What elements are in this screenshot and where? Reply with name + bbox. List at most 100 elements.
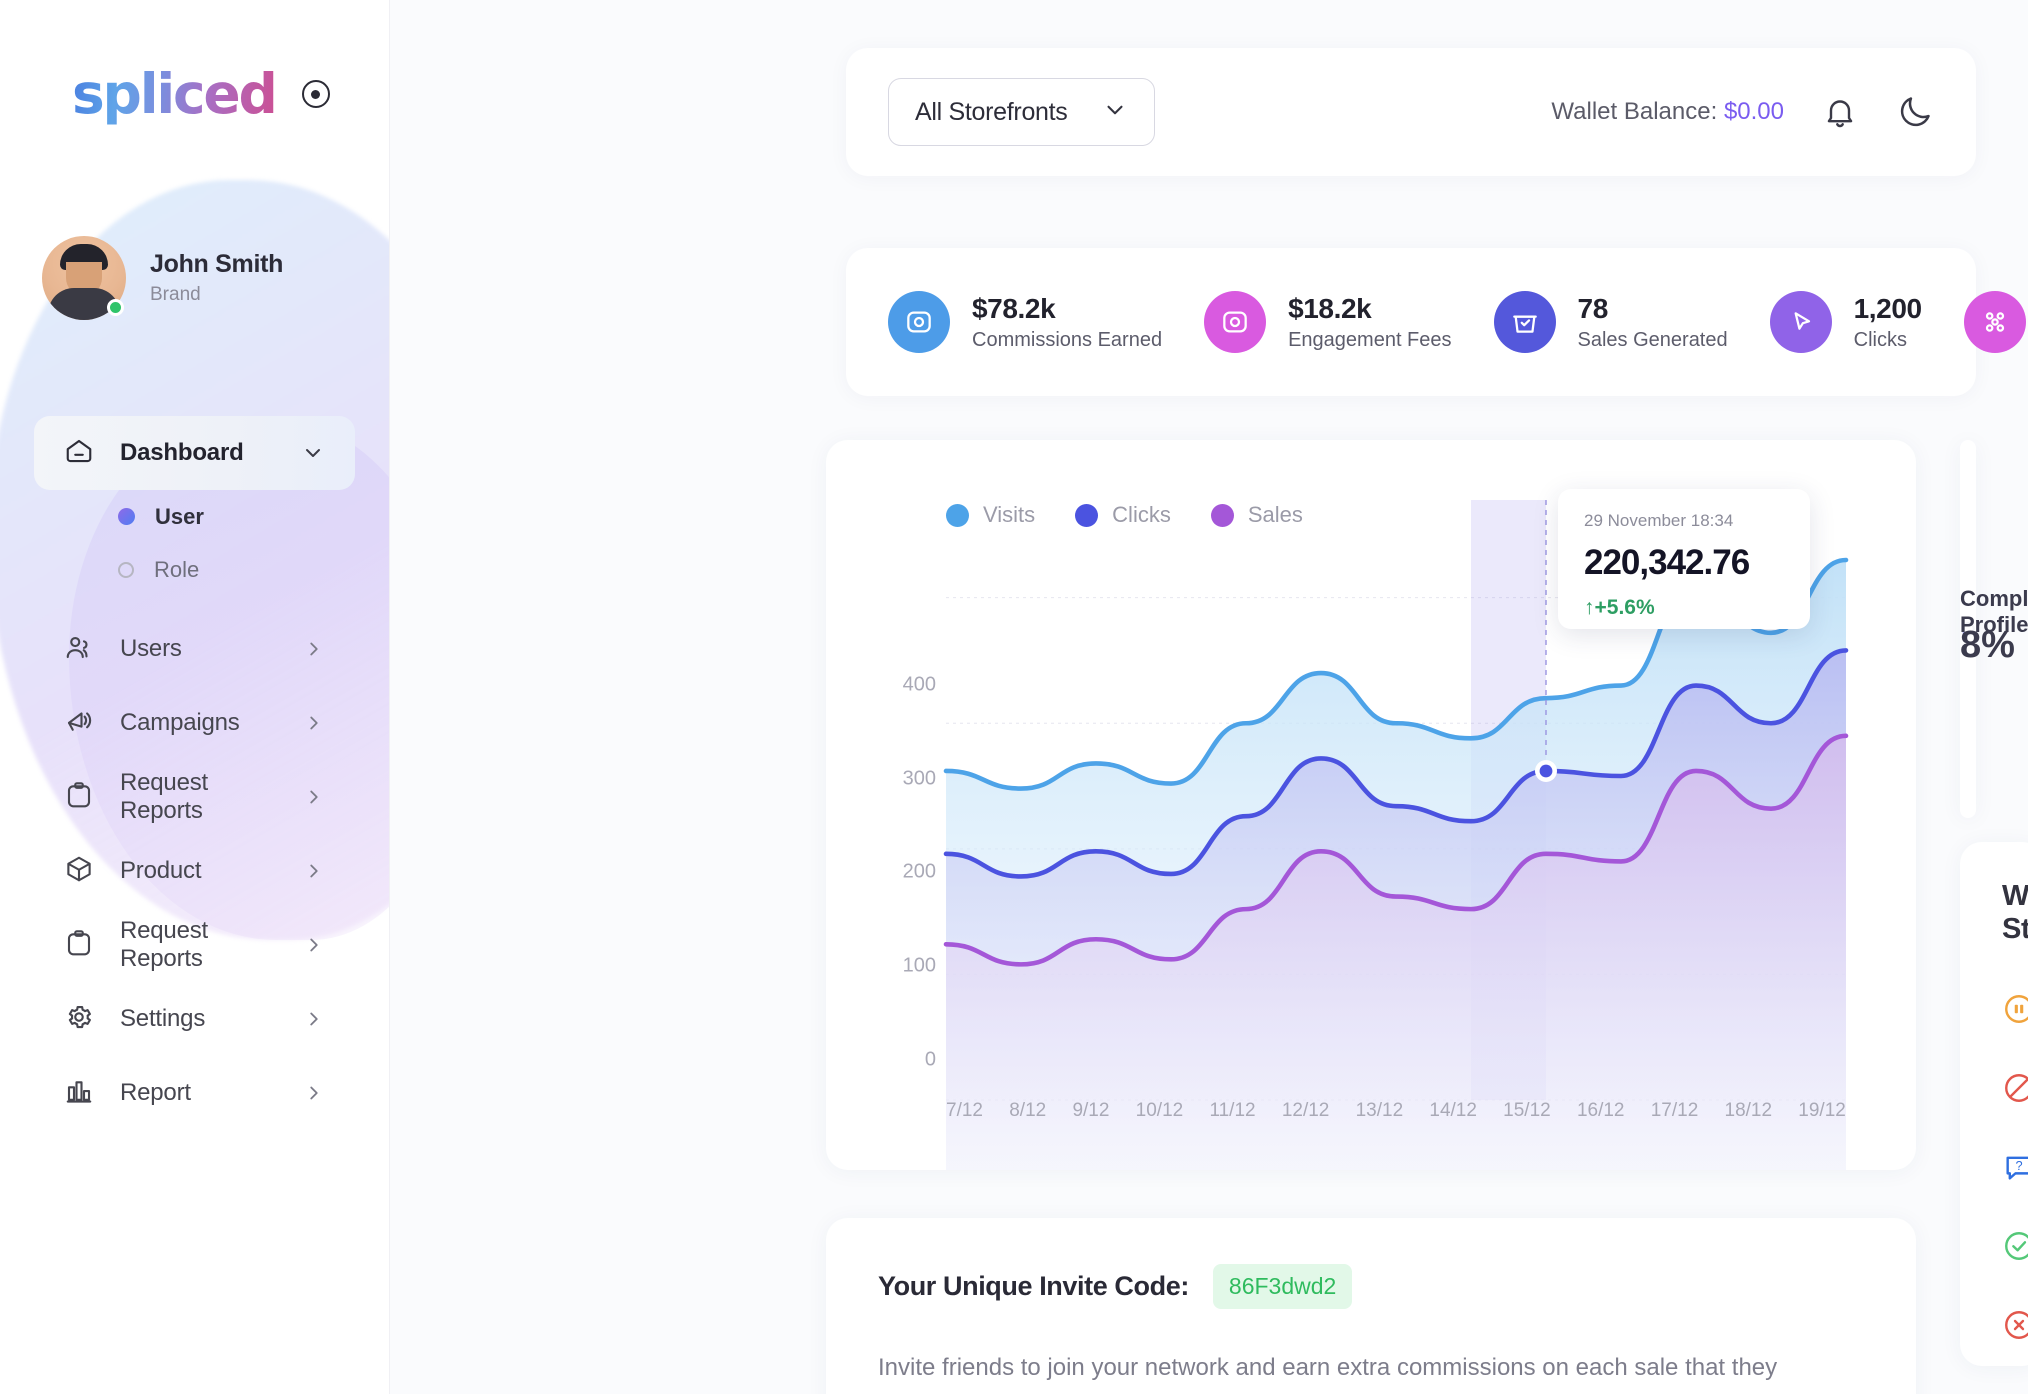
clipboard-icon xyxy=(64,928,94,963)
megaphone-icon xyxy=(64,706,94,741)
sidebar-item-settings[interactable]: Settings xyxy=(34,982,355,1056)
stat-label: Engagement Fees xyxy=(1288,328,1452,351)
x-tick-label: 14/12 xyxy=(1429,1100,1477,1121)
legend-label: Sales xyxy=(1247,502,1303,527)
wallet-statistics-card: Wallet Statistics More Hold $10 / $22,23… xyxy=(1960,842,2028,1366)
chart-marker-dot xyxy=(1539,764,1553,778)
legend-label: Clicks xyxy=(1112,502,1171,527)
x-tick-label: 18/12 xyxy=(1724,1100,1773,1121)
topbar: All Storefronts Wallet Balance: $0.00 xyxy=(846,48,1976,176)
avatar xyxy=(42,236,126,320)
online-status-dot xyxy=(107,299,124,316)
bar-chart-icon xyxy=(64,1076,94,1111)
y-tick-label: 300 xyxy=(902,767,936,790)
user-profile[interactable]: John Smith Brand xyxy=(0,126,389,320)
dashboard-app: spliced John Smith Brand Dashboard User … xyxy=(0,0,2028,1394)
legend-item-sales[interactable]: Sales xyxy=(1210,502,1303,528)
chart-x-axis: 7/12 8/12 9/12 10/12 11/12 12/12 13/12 14/12 15/… xyxy=(946,1100,1846,1122)
sidebar-item-label: Report xyxy=(120,1079,191,1106)
chart-area-clicks xyxy=(946,650,1846,1170)
pause-circle-icon xyxy=(2002,992,2028,1031)
sidebar-nav: Dashboard User Role Users Campaigns Requ… xyxy=(0,416,389,1130)
stat-label: Clicks xyxy=(1853,328,1907,351)
question-chat-icon: ? xyxy=(2002,1150,2028,1189)
brand-logo[interactable]: spliced xyxy=(0,0,389,126)
x-tick-label: 16/12 xyxy=(1576,1100,1625,1121)
chevron-right-icon[interactable] xyxy=(303,786,325,808)
sidebar-item-label: Users xyxy=(120,635,182,662)
sidebar: spliced John Smith Brand Dashboard User … xyxy=(0,0,390,1394)
chart-highlight-band xyxy=(1471,500,1546,1100)
sidebar-subitem-user[interactable]: User xyxy=(34,490,355,543)
camera-icon xyxy=(888,291,950,353)
profile-name: John Smith xyxy=(150,250,284,278)
chevron-right-icon[interactable] xyxy=(303,934,325,956)
sidebar-item-label: Request Reports xyxy=(120,917,208,972)
svg-text:?: ? xyxy=(2015,1158,2022,1173)
stat-card[interactable]: $78.2k Commissions Earned xyxy=(846,291,1162,353)
wallet-balance: Wallet Balance: $0.00 xyxy=(1551,98,1784,126)
legend-label: Visits xyxy=(983,502,1036,527)
invite-code-badge[interactable]: 86F3dwd2 xyxy=(1212,1264,1353,1309)
stat-card[interactable]: $78.2k Commissions Earned xyxy=(1922,291,2028,353)
chevron-right-icon[interactable] xyxy=(303,1082,325,1104)
sidebar-item-dashboard[interactable]: Dashboard xyxy=(34,416,355,490)
moon-icon[interactable] xyxy=(1896,93,1934,131)
bell-icon[interactable] xyxy=(1822,94,1858,130)
legend-dot-icon xyxy=(946,503,969,527)
stats-bar: $78.2k Commissions Earned $18.2k Engagem… xyxy=(846,248,2026,396)
bullet-icon xyxy=(118,508,135,525)
x-tick-label: 15/12 xyxy=(1503,1100,1551,1121)
invite-description: Invite friends to join your network and … xyxy=(878,1354,1778,1394)
x-tick-label: 19/12 xyxy=(1798,1100,1846,1121)
stat-card[interactable]: 78 Sales Generated xyxy=(1452,291,1728,353)
sidebar-item-report[interactable]: Report xyxy=(34,1056,355,1130)
chevron-right-icon[interactable] xyxy=(303,1008,325,1030)
sidebar-item-product[interactable]: Product xyxy=(34,834,355,908)
camera-icon xyxy=(1204,291,1267,353)
sidebar-item-request-reports[interactable]: Request Reports xyxy=(34,760,355,834)
stat-card[interactable]: $18.2k Engagement Fees xyxy=(1162,291,1452,353)
invite-code-card: Your Unique Invite Code: 86F3dwd2 Invite… xyxy=(826,1218,1916,1394)
wallet-balance-label: Wallet Balance: xyxy=(1551,98,1718,125)
storefront-select-value: All Storefronts xyxy=(915,97,1068,126)
chart-line-sales xyxy=(943,733,1849,967)
chart-y-axis: 0 100 200 300 400 xyxy=(876,640,936,1070)
sidebar-item-request-reports-2[interactable]: Request Reports xyxy=(34,908,355,982)
sidebar-item-label: Settings xyxy=(120,1005,206,1032)
stat-value: $78.2k xyxy=(972,292,1056,324)
chart-line-clicks xyxy=(943,648,1849,879)
legend-item-clicks[interactable]: Clicks xyxy=(1075,502,1171,528)
x-tick-label: 13/12 xyxy=(1355,1100,1404,1121)
brand-name: spliced xyxy=(72,62,278,126)
sidebar-item-campaigns[interactable]: Campaigns xyxy=(34,686,355,760)
chevron-down-icon[interactable] xyxy=(301,441,325,465)
sidebar-subitem-label: User xyxy=(155,503,204,529)
legend-dot-icon xyxy=(1210,503,1234,527)
box-icon xyxy=(64,854,94,889)
storefront-select[interactable]: All Storefronts xyxy=(888,78,1155,146)
chevron-right-icon[interactable] xyxy=(303,860,325,882)
x-tick-label: 9/12 xyxy=(1072,1100,1110,1121)
x-tick-label: 7/12 xyxy=(946,1100,983,1121)
chevron-right-icon[interactable] xyxy=(303,712,325,734)
chart-marker-ring xyxy=(1535,759,1557,782)
stat-label: Commissions Earned xyxy=(972,328,1163,351)
profile-completion-card: Completed Profile 8% xyxy=(1960,440,2028,818)
invite-code-row: Your Unique Invite Code: 86F3dwd2 xyxy=(878,1264,1864,1309)
y-tick-label: 200 xyxy=(902,860,936,883)
chart-area-visits xyxy=(946,560,1846,1170)
y-tick-label: 400 xyxy=(902,673,936,696)
sidebar-item-users[interactable]: Users xyxy=(34,612,355,686)
bullet-icon xyxy=(118,561,134,578)
x-tick-label: 12/12 xyxy=(1281,1100,1330,1121)
stat-card[interactable]: 1,200 Clicks xyxy=(1728,291,1922,353)
chevron-right-icon[interactable] xyxy=(303,638,325,660)
x-tick-label: 8/12 xyxy=(1009,1100,1047,1121)
chevron-down-icon xyxy=(1102,97,1128,128)
x-tick-label: 17/12 xyxy=(1650,1100,1699,1121)
legend-item-visits[interactable]: Visits xyxy=(946,502,1035,528)
home-icon xyxy=(64,436,94,471)
sidebar-subitem-label: Role xyxy=(154,556,200,582)
sidebar-subitem-role[interactable]: Role xyxy=(34,543,355,596)
